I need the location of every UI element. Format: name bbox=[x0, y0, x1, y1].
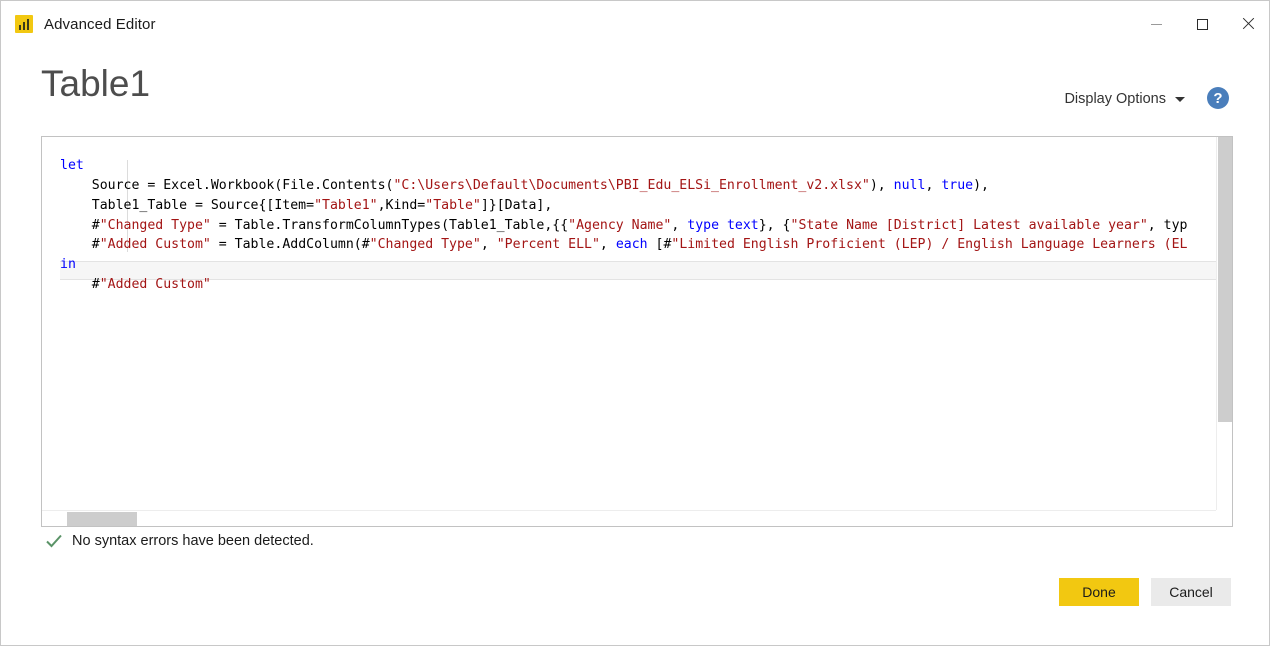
display-options-label: Display Options bbox=[1064, 91, 1166, 107]
code-surface[interactable]: let Source = Excel.Workbook(File.Content… bbox=[42, 137, 1218, 512]
check-icon bbox=[45, 532, 63, 550]
window-controls bbox=[1133, 1, 1270, 47]
advanced-editor-window: Advanced Editor Table1 Display Options ?… bbox=[0, 0, 1270, 646]
scrollbar-corner bbox=[1216, 510, 1232, 526]
editor-header: Table1 Display Options ? bbox=[1, 59, 1270, 121]
close-button[interactable] bbox=[1225, 1, 1270, 47]
page-title: Table1 bbox=[41, 59, 150, 109]
minimize-button[interactable] bbox=[1133, 1, 1179, 47]
cancel-button[interactable]: Cancel bbox=[1151, 578, 1231, 606]
vertical-scrollbar-thumb[interactable] bbox=[1218, 137, 1233, 422]
power-bi-icon bbox=[15, 15, 33, 33]
window-title: Advanced Editor bbox=[44, 16, 156, 33]
maximize-button[interactable] bbox=[1179, 1, 1225, 47]
horizontal-scrollbar-thumb[interactable] bbox=[67, 512, 137, 526]
vertical-scrollbar[interactable] bbox=[1216, 137, 1232, 512]
m-query-code[interactable]: let Source = Excel.Workbook(File.Content… bbox=[60, 156, 1187, 295]
syntax-status: No syntax errors have been detected. bbox=[45, 532, 314, 550]
horizontal-scrollbar[interactable] bbox=[42, 510, 1218, 526]
done-button[interactable]: Done bbox=[1059, 578, 1139, 606]
chevron-down-icon bbox=[1175, 97, 1185, 102]
dialog-footer: Done Cancel bbox=[1059, 578, 1231, 606]
close-icon bbox=[1241, 17, 1255, 31]
help-icon[interactable]: ? bbox=[1207, 87, 1229, 109]
display-options-dropdown[interactable]: Display Options bbox=[1064, 91, 1185, 107]
code-editor[interactable]: let Source = Excel.Workbook(File.Content… bbox=[41, 136, 1233, 527]
title-bar: Advanced Editor bbox=[1, 1, 1270, 47]
status-message: No syntax errors have been detected. bbox=[72, 533, 314, 549]
maximize-icon bbox=[1197, 19, 1208, 30]
minimize-icon bbox=[1151, 24, 1162, 25]
